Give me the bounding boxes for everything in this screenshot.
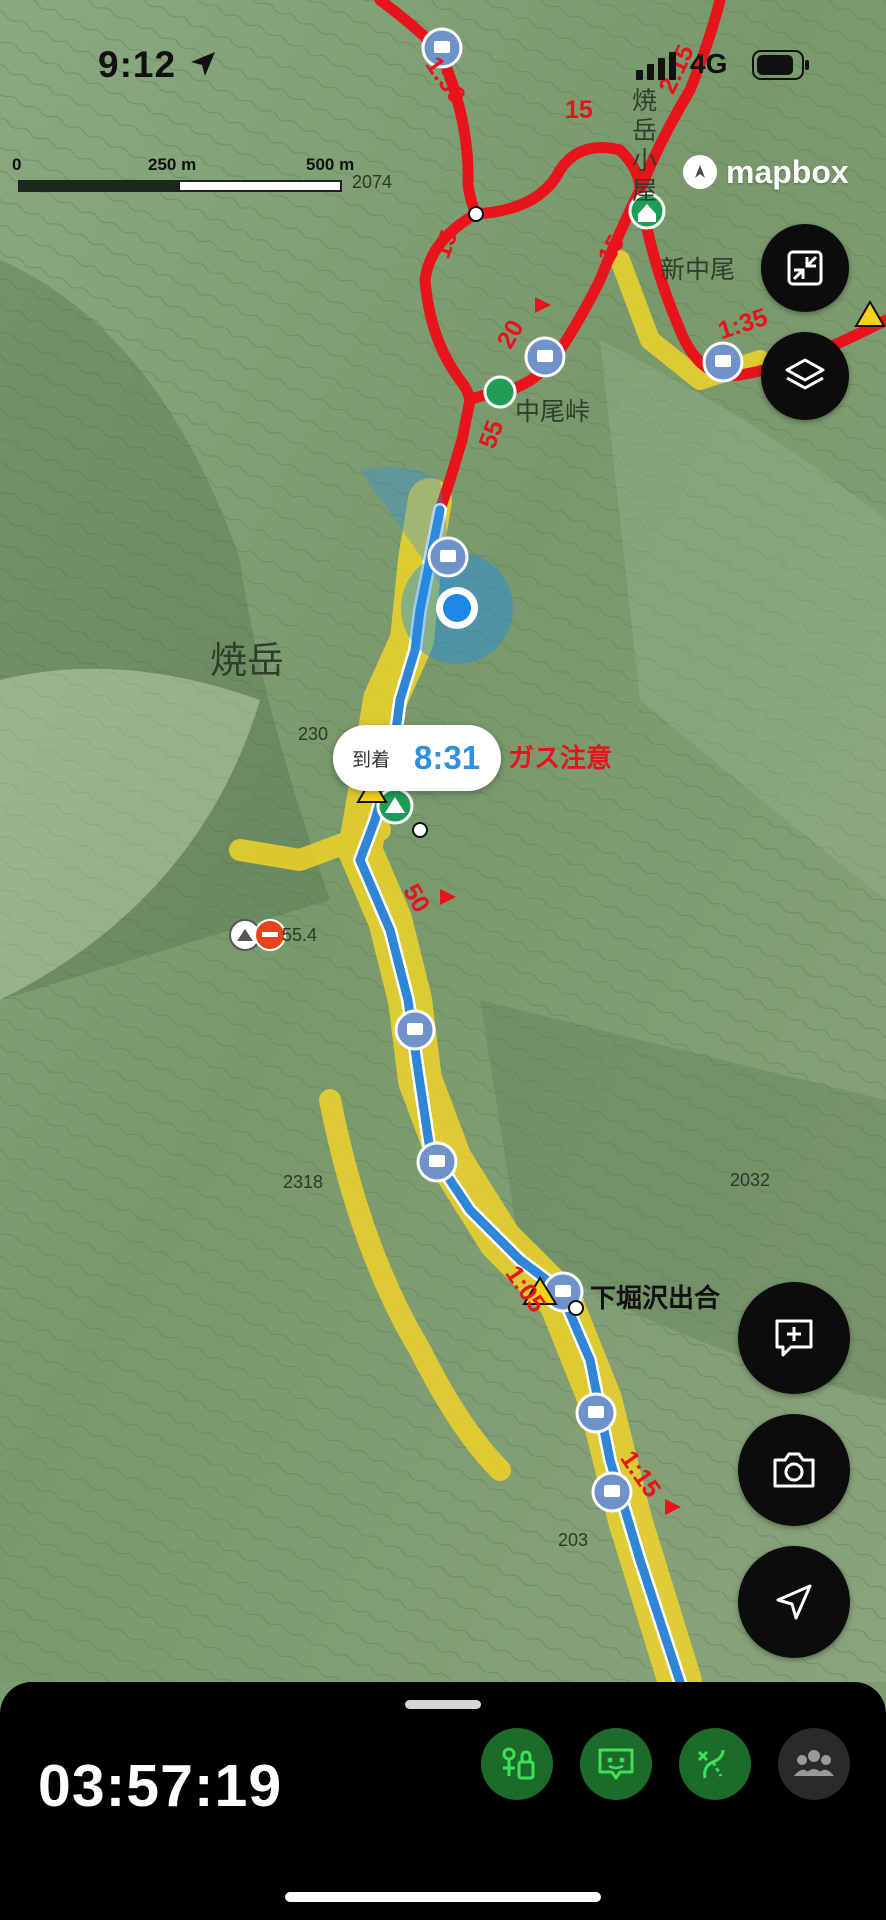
- battery-icon: [752, 50, 809, 80]
- arrival-time: 8:31: [414, 739, 481, 776]
- layers-button[interactable]: [761, 332, 849, 420]
- scale-label: 250 m: [148, 155, 197, 174]
- elevation-label: 2318: [283, 1172, 324, 1192]
- camera-button[interactable]: [738, 1414, 850, 1526]
- route-lock-icon: [502, 1747, 535, 1780]
- arrival-time-bubble[interactable]: 到着 8:31: [333, 725, 501, 791]
- arrival-label: 到着: [352, 749, 391, 771]
- fullscreen-shrink-icon: [787, 250, 823, 286]
- elevation-label: 2074: [352, 172, 393, 192]
- layers-icon: [785, 358, 825, 390]
- gas-warning-label: ガス注意: [508, 743, 613, 773]
- scale-label: 500 m: [306, 155, 355, 174]
- scale-label: 0: [12, 155, 22, 174]
- place-name-shinnakao: 新中尾: [660, 255, 736, 284]
- place-name-nakaotoge: 中尾峠: [515, 397, 591, 426]
- add-note-button[interactable]: [738, 1282, 850, 1394]
- place-name-yakedake: 焼岳: [210, 639, 284, 682]
- elevation-label: 55.4: [282, 925, 318, 945]
- network-type: 4G: [690, 48, 728, 79]
- elevation-label: 2032: [730, 1170, 771, 1190]
- location-arrow-icon: [191, 52, 215, 76]
- route-branch-icon: [697, 1749, 725, 1779]
- map-view[interactable]: 1:50 15 2:15 15 15 20 55 1:35 50 1:05 1:…: [0, 0, 886, 1682]
- shimohorisawa-label: 下堀沢出合: [590, 1283, 721, 1313]
- signal-bars-icon: [636, 52, 676, 80]
- home-indicator[interactable]: [285, 1892, 601, 1902]
- drag-handle[interactable]: [405, 1700, 481, 1709]
- message-button[interactable]: [580, 1728, 652, 1800]
- locate-me-button[interactable]: [738, 1546, 850, 1658]
- bottom-panel: 03:57:19: [0, 1682, 886, 1920]
- group-button[interactable]: [778, 1728, 850, 1800]
- route-lock-button[interactable]: [481, 1728, 553, 1800]
- fit-route-button[interactable]: [761, 224, 849, 312]
- current-location-dot[interactable]: [443, 594, 471, 622]
- elevation-label: 203: [558, 1530, 589, 1550]
- status-time: 9:12: [98, 44, 177, 85]
- navigation-arrow-icon: [776, 1584, 812, 1620]
- mapbox-logo-icon: [683, 155, 717, 189]
- status-bar: 9:12 4G: [0, 0, 886, 120]
- mapbox-text: mapbox: [726, 153, 849, 190]
- camera-icon: [773, 1452, 815, 1488]
- elapsed-timer: 03:57:19: [38, 1753, 283, 1819]
- message-icon: [598, 1748, 634, 1780]
- add-note-icon: [775, 1319, 813, 1357]
- mapbox-attribution[interactable]: mapbox: [680, 152, 849, 192]
- scale-bar-track: [18, 180, 342, 192]
- route-branch-button[interactable]: [679, 1728, 751, 1800]
- elevation-label: 230: [298, 724, 329, 744]
- group-icon: [794, 1750, 834, 1776]
